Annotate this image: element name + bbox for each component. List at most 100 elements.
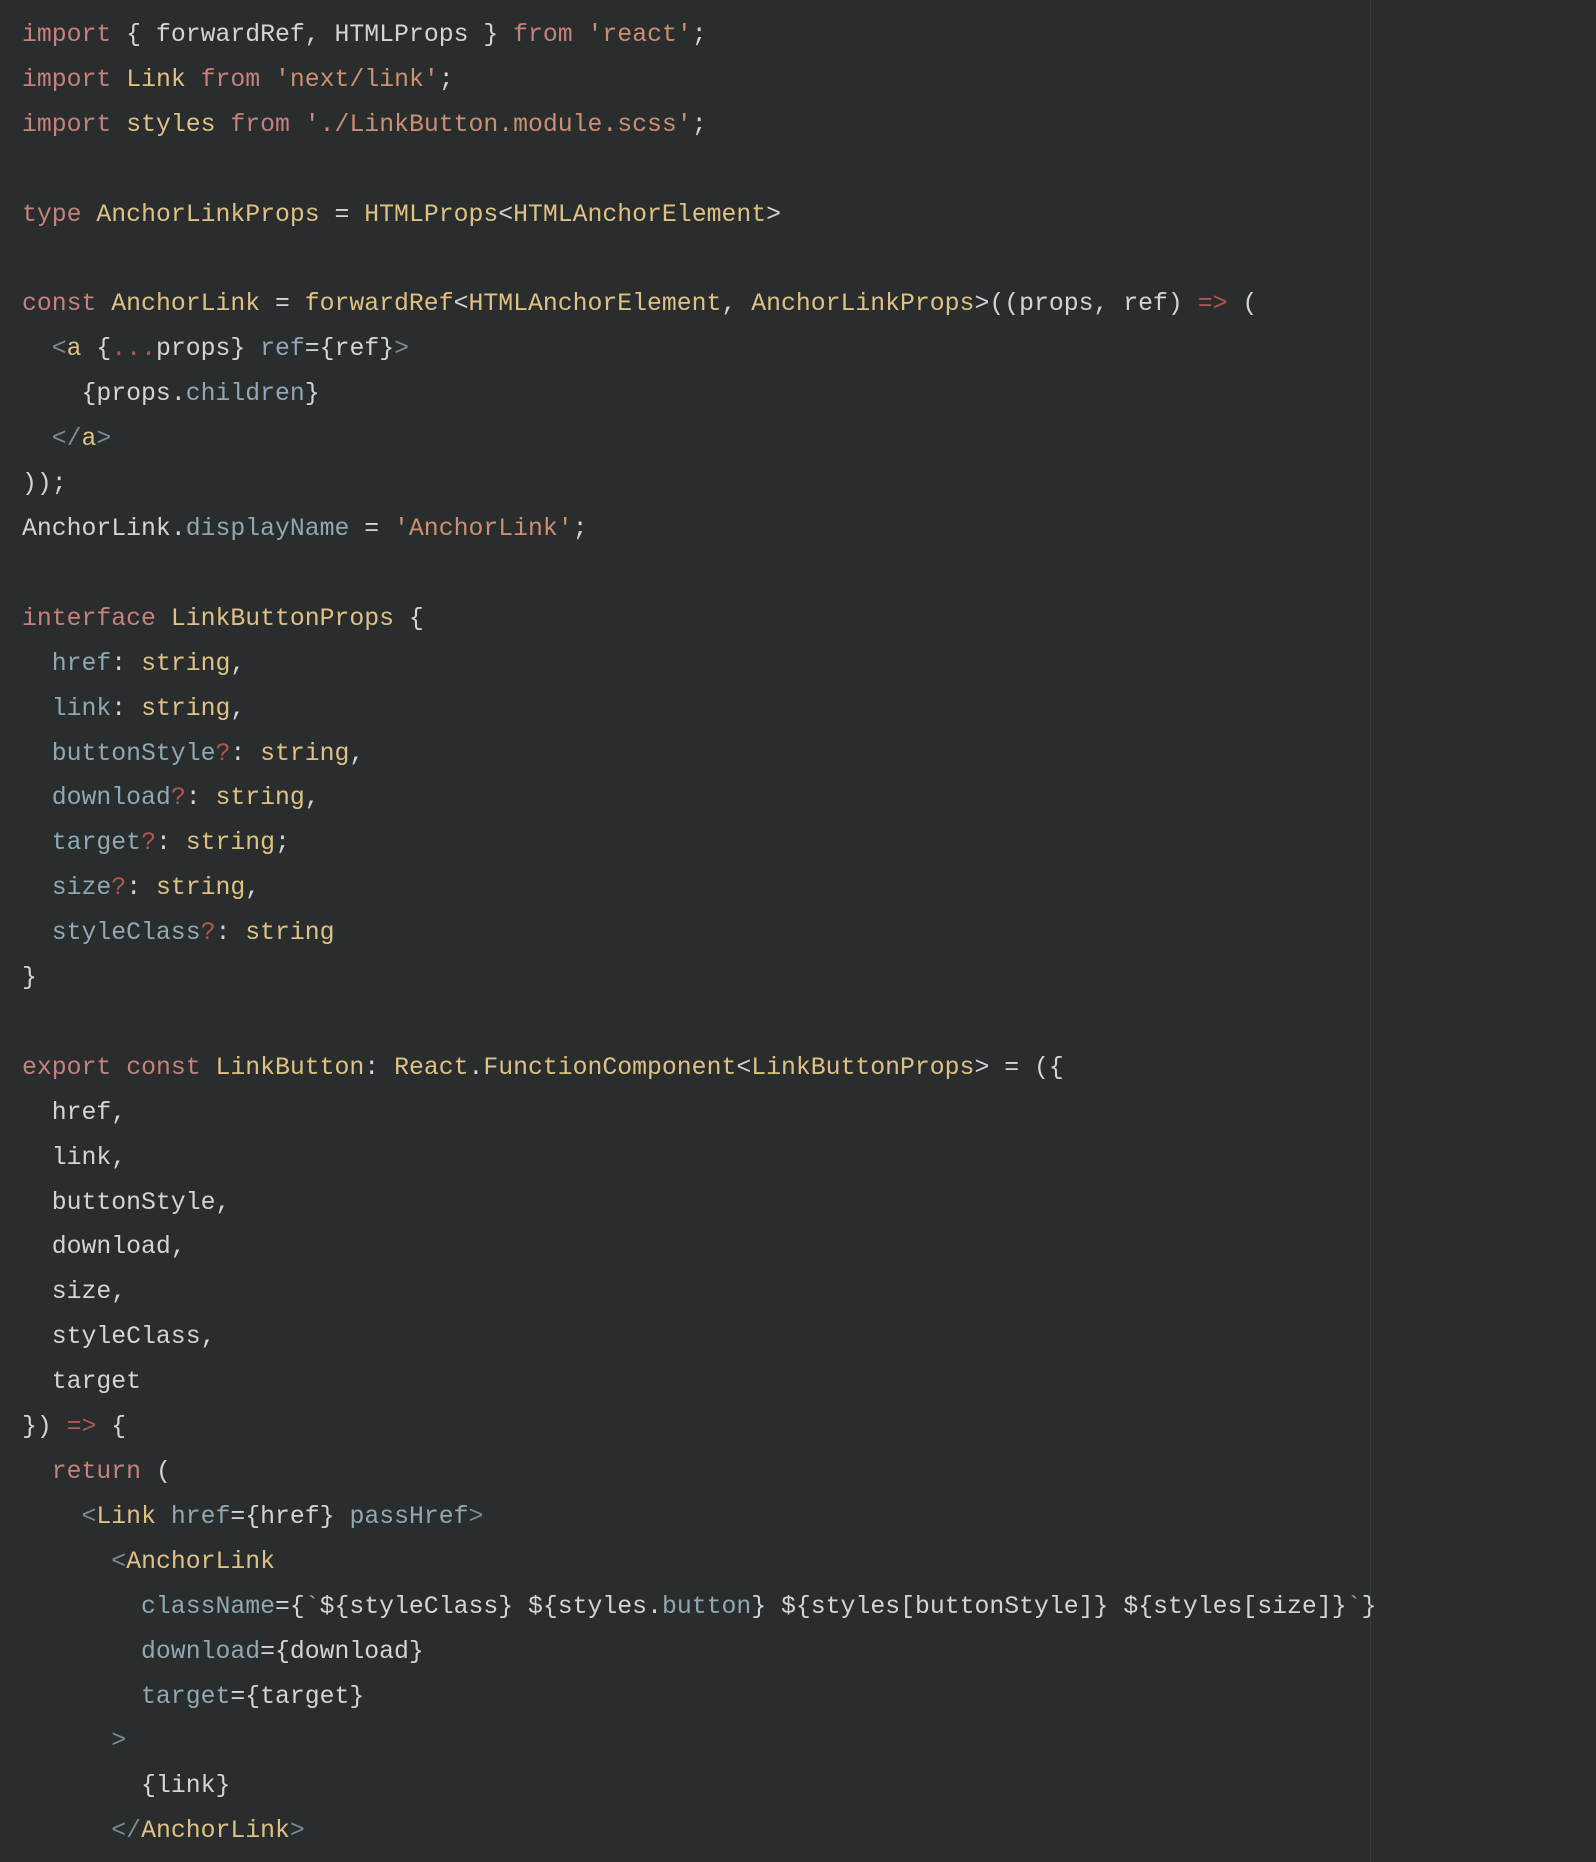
code-token: { xyxy=(96,1413,126,1441)
code-token xyxy=(573,21,588,49)
code-token: ( xyxy=(1227,290,1257,318)
code-token: a xyxy=(82,425,97,453)
code-token: , xyxy=(111,1278,126,1306)
code-token: : xyxy=(364,1054,394,1082)
code-token: < xyxy=(498,201,513,229)
code-token: download xyxy=(290,1638,409,1666)
code-token xyxy=(22,650,52,678)
code-token xyxy=(22,1503,82,1531)
code-token: HTMLAnchorElement xyxy=(468,290,721,318)
code-token: > xyxy=(96,425,111,453)
code-token: { xyxy=(22,1772,156,1800)
code-token: props xyxy=(156,335,230,363)
code-token xyxy=(22,1189,52,1217)
code-token: ={ xyxy=(305,335,335,363)
code-token: ? xyxy=(111,874,126,902)
code-token: HTMLProps xyxy=(335,21,469,49)
code-token: export xyxy=(22,1054,111,1082)
code-token: } xyxy=(349,1683,364,1711)
code-token: , xyxy=(305,21,335,49)
code-token xyxy=(22,1144,52,1172)
code-token: = xyxy=(260,290,305,318)
code-token: 'react' xyxy=(588,21,692,49)
code-token: AnchorLink xyxy=(141,1817,290,1845)
code-token: : xyxy=(111,650,141,678)
code-token xyxy=(111,1054,126,1082)
code-token: )); xyxy=(22,470,67,498)
code-token: : xyxy=(111,695,141,723)
code-token: } xyxy=(215,1772,230,1800)
code-token: href xyxy=(52,1099,112,1127)
code-token: link xyxy=(52,695,112,723)
code-token: . xyxy=(647,1593,662,1621)
code-token: href xyxy=(52,650,112,678)
code-token: < xyxy=(736,1054,751,1082)
code-token: children xyxy=(186,380,305,408)
code-token: LinkButton xyxy=(215,1054,364,1082)
code-token: href xyxy=(260,1503,320,1531)
code-token: , xyxy=(171,1233,186,1261)
code-token: string xyxy=(215,784,304,812)
code-token: }) xyxy=(22,1413,67,1441)
code-token: < xyxy=(82,1503,97,1531)
code-token xyxy=(22,335,52,363)
code-token: => xyxy=(67,1413,97,1441)
code-token xyxy=(22,1683,141,1711)
code-token: > xyxy=(290,1817,305,1845)
code-token: styles xyxy=(126,111,215,139)
code-token: import xyxy=(22,66,111,94)
code-token: target xyxy=(260,1683,349,1711)
code-token: ${ xyxy=(320,1593,350,1621)
code-token: } xyxy=(409,1638,424,1666)
code-token: , xyxy=(230,695,245,723)
code-token: './LinkButton.module.scss' xyxy=(305,111,692,139)
code-token: download xyxy=(141,1638,260,1666)
code-token xyxy=(186,66,201,94)
code-token: 'AnchorLink' xyxy=(394,515,573,543)
code-content: import { forwardRef, HTMLProps } from 'r… xyxy=(22,21,1376,1862)
code-token: HTMLAnchorElement xyxy=(513,201,766,229)
code-token xyxy=(22,1593,141,1621)
code-token: string xyxy=(245,919,334,947)
code-token: props xyxy=(96,380,170,408)
code-token: </ xyxy=(111,1817,141,1845)
code-token: props xyxy=(1019,290,1093,318)
code-editor[interactable]: import { forwardRef, HTMLProps } from 'r… xyxy=(0,0,1596,1862)
code-token: size xyxy=(52,874,112,902)
code-token xyxy=(22,1638,141,1666)
code-token: interface xyxy=(22,605,156,633)
code-token xyxy=(22,784,52,812)
code-token: styleClass xyxy=(52,1323,201,1351)
code-token: } xyxy=(305,380,320,408)
code-token: forwardRef xyxy=(156,21,305,49)
code-token: ref xyxy=(335,335,380,363)
code-token xyxy=(82,201,97,229)
code-token: Link xyxy=(96,1503,156,1531)
code-token: { xyxy=(82,335,112,363)
code-token: </ xyxy=(52,425,82,453)
code-token: ; xyxy=(692,21,707,49)
code-token xyxy=(22,695,52,723)
code-token xyxy=(1108,1593,1123,1621)
code-token: button xyxy=(662,1593,751,1621)
code-token: , xyxy=(1094,290,1124,318)
code-token: = xyxy=(349,515,394,543)
code-token: > xyxy=(394,335,409,363)
code-token: const xyxy=(126,1054,200,1082)
code-token: , xyxy=(230,650,245,678)
code-token: > xyxy=(111,1727,126,1755)
code-token xyxy=(260,66,275,94)
code-token xyxy=(111,66,126,94)
code-token xyxy=(96,290,111,318)
code-token xyxy=(22,425,52,453)
code-token: } xyxy=(320,1503,350,1531)
code-token: , xyxy=(349,740,364,768)
code-token: } xyxy=(1361,1593,1376,1621)
code-token: LinkButtonProps xyxy=(171,605,394,633)
code-token: { xyxy=(394,605,424,633)
code-token: < xyxy=(454,290,469,318)
code-token: download xyxy=(52,1233,171,1261)
code-token: , xyxy=(245,874,260,902)
code-token: AnchorLinkProps xyxy=(751,290,974,318)
code-token: ={ xyxy=(230,1683,260,1711)
